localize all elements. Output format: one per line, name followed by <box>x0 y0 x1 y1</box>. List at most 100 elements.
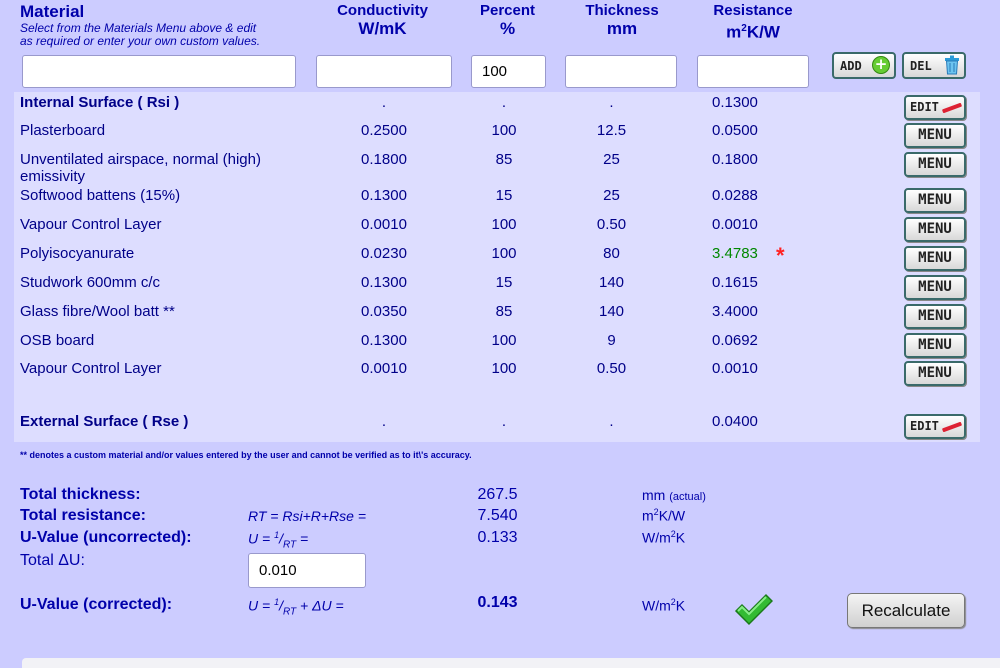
row-material: OSB board <box>20 332 95 349</box>
total-resistance-label: Total resistance: <box>20 507 146 524</box>
row-percent: 100 <box>491 122 517 139</box>
row-conductivity: . <box>381 413 387 430</box>
uvalue-unit-rest: K <box>675 597 686 614</box>
menu-button[interactable]: MENU <box>904 304 966 329</box>
row-conductivity: 0.0230 <box>361 245 407 262</box>
edit-rse-button[interactable]: EDIT <box>904 414 966 439</box>
conductivity-header-unit: W/mK <box>358 19 407 38</box>
edit-rsi-button[interactable]: EDIT <box>904 95 966 120</box>
menu-button[interactable]: MENU <box>904 246 966 271</box>
uvalue-corrected-unit: W/m2K <box>642 597 685 614</box>
asterisk-flag-icon: * <box>776 243 785 268</box>
row-conductivity: 0.0350 <box>361 303 407 320</box>
uvalue-corrected-formula: U = 1/RT + ΔU = <box>248 597 344 617</box>
resistance-input[interactable] <box>697 55 809 88</box>
menu-button[interactable]: MENU <box>904 361 966 386</box>
edit-label: EDIT <box>910 100 939 114</box>
row-material: Studwork 600mm c/c <box>20 274 161 291</box>
percent-header-unit: % <box>499 19 516 38</box>
row-thickness: 140 <box>598 274 625 291</box>
thickness-header: Thickness mm <box>572 2 672 38</box>
menu-button[interactable]: MENU <box>904 275 966 300</box>
row-thickness: 80 <box>603 245 620 262</box>
row-percent: 100 <box>491 216 517 233</box>
delta-u-input[interactable] <box>248 553 366 588</box>
row-resistance: 0.0500 <box>712 122 758 139</box>
menu-button[interactable]: MENU <box>904 123 966 148</box>
trash-icon <box>945 55 959 75</box>
formula-post: = <box>296 530 309 547</box>
total-resistance-unit: m2K/W <box>642 507 685 524</box>
total-resistance-value: 7.540 <box>477 507 518 524</box>
delete-material-button[interactable]: DEL <box>902 52 966 79</box>
row-material: Glass fibre/Wool batt ** <box>20 303 175 320</box>
total-thickness-label: Total thickness: <box>20 486 141 503</box>
row-resistance: 3.4000 <box>712 303 758 320</box>
row-conductivity: 0.0010 <box>361 360 407 377</box>
resistance-header-label: Resistance <box>713 2 793 19</box>
row-resistance: 0.0288 <box>712 187 758 204</box>
row-conductivity: . <box>381 94 387 111</box>
row-percent: . <box>501 413 507 430</box>
plus-icon: + <box>872 56 890 74</box>
thickness-header-label: Thickness <box>585 2 659 19</box>
uvalue-unit-base: W/m <box>642 597 671 614</box>
del-label: DEL <box>910 58 932 73</box>
add-label: ADD <box>840 58 862 73</box>
menu-button[interactable]: MENU <box>904 333 966 358</box>
pencil-icon <box>941 421 963 433</box>
formula-pre: U = <box>248 530 275 547</box>
row-thickness: . <box>609 413 614 430</box>
formula-sub: RT <box>282 539 297 551</box>
formula-post: + ΔU = <box>300 597 344 614</box>
thickness-input[interactable] <box>565 55 677 88</box>
row-thickness: 0.50 <box>596 360 627 377</box>
row-resistance: 0.0010 <box>712 360 758 377</box>
menu-button[interactable]: MENU <box>904 217 966 242</box>
menu-button[interactable]: MENU <box>904 152 966 177</box>
row-conductivity: 0.1300 <box>361 332 407 349</box>
total-delta-u-label: Total ΔU: <box>20 552 85 569</box>
conductivity-header-label: Conductivity <box>337 2 428 19</box>
pencil-icon <box>941 102 963 114</box>
uvalue-unit-base: W/m <box>642 529 671 546</box>
menu-button[interactable]: MENU <box>904 188 966 213</box>
row-percent: 100 <box>491 245 517 262</box>
row-thickness: . <box>609 94 614 111</box>
row-resistance: 0.1615 <box>712 274 758 291</box>
row-thickness: 140 <box>598 303 625 320</box>
row-conductivity: 0.1800 <box>361 151 407 168</box>
edit-label: EDIT <box>910 419 939 433</box>
row-material: Plasterboard <box>20 122 106 139</box>
custom-material-note: ** denotes a custom material and/or valu… <box>20 450 472 460</box>
percent-input[interactable] <box>471 55 546 88</box>
row-resistance: 0.0010 <box>712 216 758 233</box>
row-thickness: 12.5 <box>596 122 627 139</box>
row-conductivity: 0.1300 <box>361 187 407 204</box>
uvalue-uncorrected-value: 0.133 <box>477 529 518 546</box>
material-name-input[interactable] <box>22 55 296 88</box>
formula-sub: RT <box>282 606 297 618</box>
row-percent: 15 <box>495 274 513 291</box>
add-material-button[interactable]: ADD + <box>832 52 896 79</box>
material-instructions: Select from the Materials Menu above & e… <box>20 22 260 48</box>
row-conductivity: 0.1300 <box>361 274 407 291</box>
row-material: Vapour Control Layer <box>20 216 162 233</box>
uvalue-unit-rest: K <box>675 529 686 546</box>
row-resistance: 0.0400 <box>712 413 758 430</box>
row-material: Softwood battens (15%) <box>20 187 181 204</box>
thickness-unit: mm <box>642 487 666 503</box>
uvalue-uncorrected-unit: W/m2K <box>642 529 685 546</box>
row-percent: 100 <box>491 332 517 349</box>
total-resistance-formula: RT = Rsi+R+Rse = <box>248 508 367 524</box>
recalculate-button[interactable]: Recalculate <box>847 593 965 628</box>
conductivity-header: Conductivity W/mK <box>325 2 440 38</box>
checkmark-icon <box>734 593 773 626</box>
uvalue-corrected-value: 0.143 <box>477 594 518 611</box>
row-thickness: 0.50 <box>596 216 627 233</box>
conductivity-input[interactable] <box>316 55 452 88</box>
row-material: Unventilated airspace, normal (high) emi… <box>20 151 261 185</box>
row-material: Polyisocyanurate <box>20 245 135 262</box>
thickness-unit-note: (actual) <box>669 491 706 503</box>
material-instructions-line2: as required or enter your own custom val… <box>20 34 261 48</box>
